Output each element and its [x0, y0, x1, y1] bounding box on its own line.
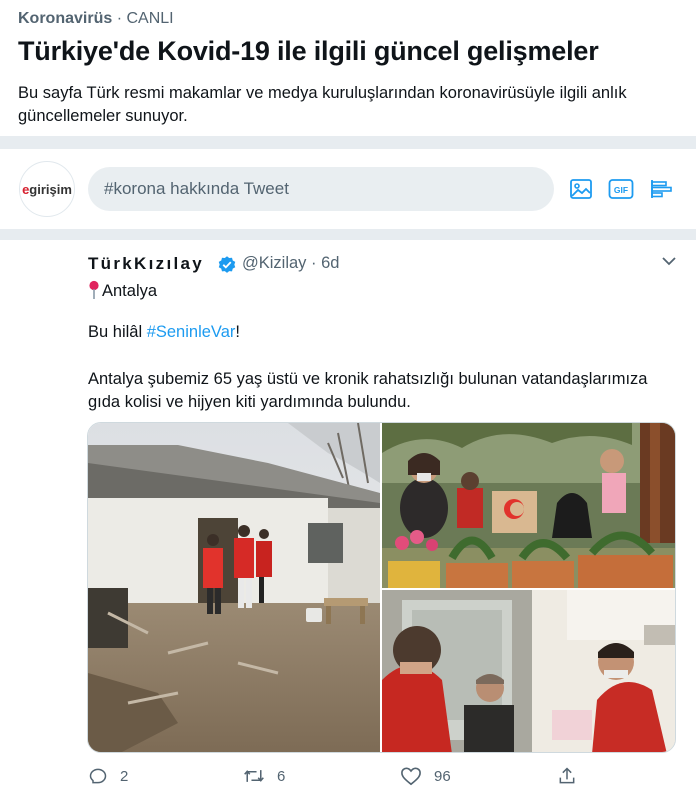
- tweet-text-line: Bu hilâl #SeninleVar!: [88, 323, 240, 342]
- verified-badge-icon: [217, 255, 237, 275]
- pin-icon: [88, 280, 100, 300]
- dot-separator: ·: [116, 10, 123, 27]
- tweet-media-grid: [87, 422, 676, 753]
- svg-text:GIF: GIF: [614, 185, 628, 195]
- reply-count: 2: [120, 767, 129, 785]
- share-button[interactable]: [557, 764, 589, 788]
- page-title: Türkiye'de Kovid-19 ile ilgili güncel ge…: [18, 36, 599, 66]
- divider: [0, 136, 696, 149]
- reply-icon: [89, 768, 107, 784]
- tweet-text: Bu hilâl: [88, 323, 147, 341]
- tweet-body: Antalya şubemiz 65 yaş üstü ve kronik ra…: [88, 370, 648, 411]
- avatar-logo-text: girişim: [29, 181, 72, 197]
- share-icon: [559, 767, 575, 784]
- poll-icon[interactable]: [648, 176, 674, 202]
- like-button[interactable]: 96: [400, 764, 451, 788]
- compose-input[interactable]: #korona hakkında Tweet: [88, 167, 554, 211]
- hashtag-link[interactable]: #SeninleVar: [147, 323, 236, 341]
- avatar[interactable]: [21, 254, 73, 306]
- tweet-location: Antalya: [88, 280, 157, 301]
- retweet-button[interactable]: 6: [243, 764, 285, 788]
- photo-house-yard[interactable]: [88, 423, 380, 752]
- author-handle[interactable]: @Kizilay: [242, 254, 306, 272]
- category-label[interactable]: Koronavirüs: [18, 10, 112, 27]
- tweet-meta: @Kizilay · 6d: [242, 254, 339, 273]
- breadcrumb: Koronavirüs · CANLI: [18, 10, 174, 28]
- avatar[interactable]: e girişim: [19, 161, 75, 217]
- live-label: CANLI: [126, 10, 174, 27]
- tweet-time[interactable]: · 6d: [311, 254, 339, 272]
- page-header: Koronavirüs · CANLI Türkiye'de Kovid-19 …: [0, 0, 696, 136]
- reply-button[interactable]: 2: [88, 764, 128, 788]
- divider: [0, 229, 696, 240]
- retweet-icon: [244, 770, 264, 782]
- heart-icon: [401, 767, 421, 786]
- retweet-count: 6: [277, 767, 286, 785]
- image-icon[interactable]: [568, 176, 594, 202]
- location-text: Antalya: [102, 282, 158, 300]
- avatar-logo-e: e: [22, 181, 30, 197]
- gif-icon[interactable]: GIF: [608, 176, 634, 202]
- page-description: Bu sayfa Türk resmi makamlar ve medya ku…: [18, 84, 627, 125]
- tweet-text: !: [235, 323, 240, 341]
- photo-volunteers-indoors[interactable]: [382, 590, 675, 752]
- like-count: 96: [434, 767, 451, 785]
- photo-volunteers-flowers[interactable]: [382, 423, 675, 588]
- chevron-down-icon[interactable]: [660, 252, 678, 270]
- author-name[interactable]: TürkKızılay: [88, 254, 204, 274]
